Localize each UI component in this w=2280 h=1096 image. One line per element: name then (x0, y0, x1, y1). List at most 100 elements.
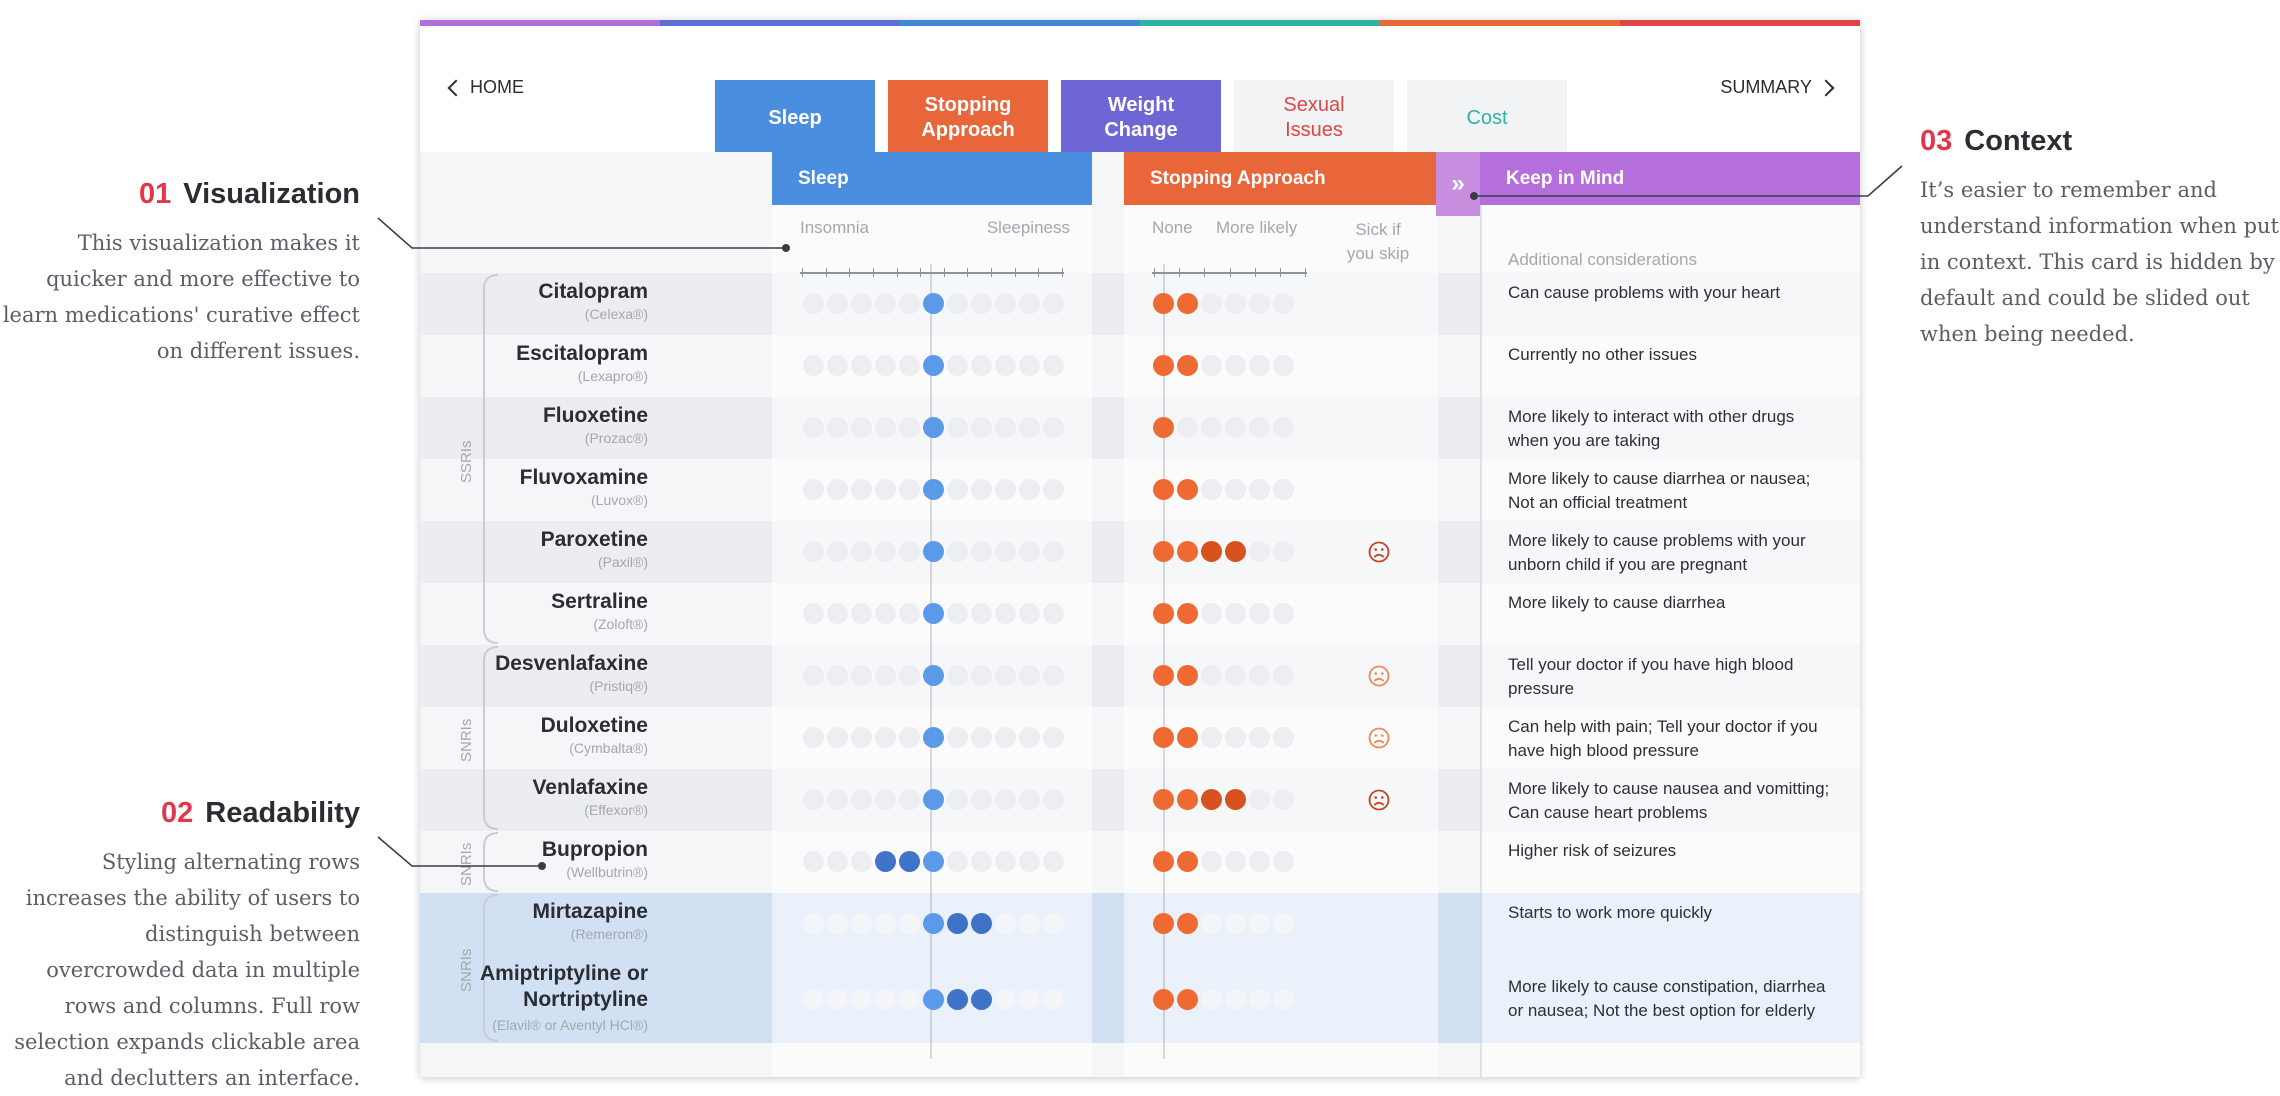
stopping-dot-empty (1225, 665, 1246, 686)
stopping-dot-empty (1249, 417, 1270, 438)
sleep-dot-filled (923, 541, 944, 562)
consideration-text: Starts to work more quickly (1508, 903, 1713, 922)
axis-tick (920, 268, 922, 277)
medication-name: Desvenlafaxine (495, 652, 648, 675)
sleep-dot-empty (995, 417, 1016, 438)
sick-if-skip-label: Sick if you skip (1346, 220, 1410, 263)
stopping-dot-empty (1273, 293, 1294, 314)
sleep-dot-filled (947, 913, 968, 934)
sleep-dot-empty (971, 789, 992, 810)
medication-name: Fluoxetine (542, 404, 648, 427)
sleep-center-line (930, 264, 932, 1059)
sleep-dot-empty (1043, 727, 1064, 748)
sleep-dot-empty (1043, 989, 1064, 1010)
sleep-dot-empty (803, 989, 824, 1010)
stopping-dot-filled (1153, 355, 1174, 376)
sleep-dot-empty (1019, 417, 1040, 438)
sleep-dot-empty (875, 727, 896, 748)
sad-face-icon (1368, 789, 1390, 811)
stopping-dot-empty (1249, 293, 1270, 314)
stopping-dot-filled (1177, 851, 1198, 872)
sleep-dot-empty (851, 727, 872, 748)
sleep-dot-empty (827, 913, 848, 934)
sleep-dot-empty (995, 355, 1016, 376)
chevron-left-icon (447, 79, 465, 96)
sleep-dot-empty (947, 541, 968, 562)
stopping-dot-empty (1201, 603, 1222, 624)
sleep-dot-empty (1019, 727, 1040, 748)
sleep-dot-empty (1043, 913, 1064, 934)
sleep-dot-filled (923, 293, 944, 314)
sleep-column-header: Sleep (772, 152, 1092, 205)
stopping-dot-empty (1249, 789, 1270, 810)
top-nav: HOME Sleep Stopping Approach Weight Change… (420, 50, 1860, 156)
sleep-dot-empty (1019, 355, 1040, 376)
sleep-dot-empty (851, 989, 872, 1010)
stopping-dot-filled (1153, 851, 1174, 872)
sleep-dot-empty (875, 417, 896, 438)
sleep-dot-empty (827, 479, 848, 500)
stopping-dot-filled (1153, 479, 1174, 500)
sleep-dot-empty (1043, 417, 1064, 438)
sleep-dot-empty (827, 727, 848, 748)
annotation-text: This visualization makes it quicker and … (2, 231, 360, 363)
collapse-card-button[interactable]: » (1436, 152, 1480, 216)
stopping-dot-filled (1153, 989, 1174, 1010)
sleep-dot-filled (923, 603, 944, 624)
sleep-dot-filled (923, 913, 944, 934)
sleep-dot-empty (995, 913, 1016, 934)
sleep-dot-filled (971, 989, 992, 1010)
tab-sleep[interactable]: Sleep (715, 80, 875, 156)
tab-cost[interactable]: Cost (1407, 80, 1567, 156)
sad-face-icon (1368, 541, 1390, 563)
consideration-text: More likely to interact with other drugs… (1508, 407, 1795, 450)
sleep-dot-empty (899, 355, 920, 376)
annotation-number: 03 (1920, 125, 1953, 157)
stopping-dot-empty (1225, 293, 1246, 314)
summary-link[interactable]: SUMMARY (1720, 77, 1835, 98)
sleep-dot-empty (1043, 355, 1064, 376)
axis-tick (1179, 268, 1181, 277)
stopping-dot-empty (1249, 989, 1270, 1010)
sleep-dot-filled (923, 851, 944, 872)
stopping-dot-empty (1273, 603, 1294, 624)
stopping-dot-empty (1249, 665, 1270, 686)
group-bracket (483, 832, 499, 892)
sleep-dot-empty (995, 989, 1016, 1010)
group-bracket (483, 274, 499, 644)
keep-divider-line (1480, 205, 1482, 1077)
stripe-segment (900, 20, 1140, 26)
axis-tick (825, 268, 827, 277)
medication-name: Sertraline (551, 590, 648, 613)
stopping-dot-empty (1201, 355, 1222, 376)
consideration-text: Can cause problems with your heart (1508, 283, 1781, 302)
insomnia-label: Insomnia (800, 218, 869, 237)
stopping-dot-empty (1273, 727, 1294, 748)
sleep-dot-empty (803, 479, 824, 500)
sleep-dot-empty (851, 293, 872, 314)
sleep-dot-empty (827, 355, 848, 376)
stopping-dot-filled (1177, 355, 1198, 376)
home-link[interactable]: HOME (447, 77, 524, 98)
axis-tick (943, 268, 945, 277)
sleep-dot-empty (995, 541, 1016, 562)
sleep-dot-empty (851, 355, 872, 376)
tab-stopping-approach[interactable]: Stopping Approach (888, 80, 1048, 156)
sleep-dot-empty (899, 541, 920, 562)
sleep-dot-empty (851, 913, 872, 934)
tab-weight-change[interactable]: Weight Change (1061, 80, 1221, 156)
stripe-segment (660, 20, 900, 26)
stopping-dot-filled (1153, 541, 1174, 562)
sleep-dot-empty (947, 665, 968, 686)
axis-tick (1229, 268, 1231, 277)
sleep-dot-empty (1043, 293, 1064, 314)
brand-name: (Elavil® or Aventyl HCl®) (492, 1017, 648, 1033)
sleep-dot-empty (1019, 989, 1040, 1010)
annotation-readability: 02 Readability Styling alternating rows i… (0, 797, 360, 1096)
medication-name: Citalopram (538, 280, 648, 303)
stopping-dot-filled (1153, 665, 1174, 686)
sleep-dot-empty (1043, 479, 1064, 500)
more-likely-label: More likely (1216, 218, 1298, 237)
sleep-dot-empty (899, 417, 920, 438)
tab-sexual-issues[interactable]: Sexual Issues (1234, 80, 1394, 156)
